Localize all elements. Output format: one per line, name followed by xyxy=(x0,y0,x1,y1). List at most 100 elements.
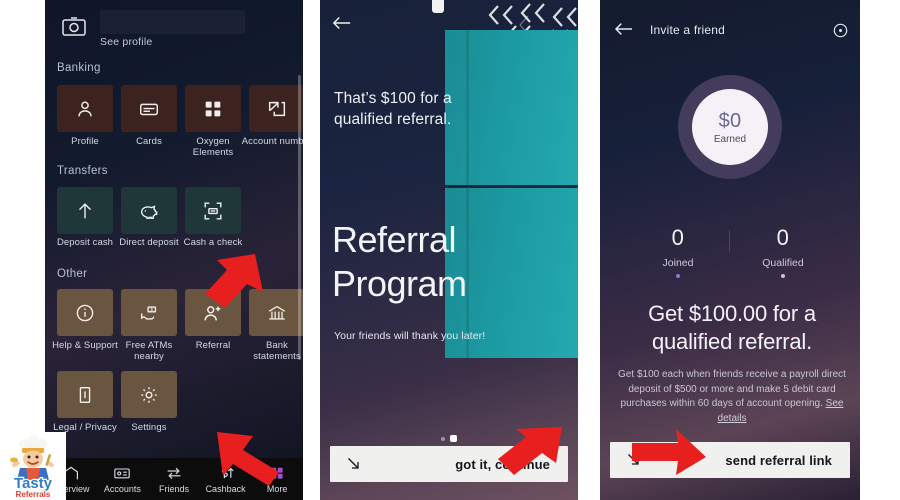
tile-oxygen-elements[interactable] xyxy=(185,85,241,132)
tile-label-referral: Referral xyxy=(195,340,231,351)
stat-joined: 0 Joined xyxy=(636,225,720,278)
tile-label-settings: Settings xyxy=(131,422,167,433)
tile-label-help-support: Help & Support xyxy=(52,340,118,351)
camera-icon[interactable] xyxy=(61,14,87,38)
stat-joined-label: Joined xyxy=(662,257,694,269)
grid-icon xyxy=(205,101,221,116)
person-plus-icon xyxy=(204,305,221,320)
tile-bank-statements[interactable] xyxy=(249,289,303,336)
stat-qualified-label: Qualified xyxy=(762,257,804,269)
stat-joined-dot xyxy=(676,274,680,278)
corner-arrow-icon xyxy=(628,454,639,465)
pager-dot-1[interactable] xyxy=(441,436,445,441)
tile-cards[interactable] xyxy=(121,85,177,132)
panel-invite-a-friend: Invite a friend $0 Earned 0 Joined 0 Qua… xyxy=(600,0,860,500)
dollar-arrow-icon xyxy=(221,467,234,478)
tab-label-more: More xyxy=(266,483,288,494)
tile-label-bank-statements: Bank statements xyxy=(253,340,301,362)
stat-qualified-value: 0 xyxy=(776,225,790,250)
profile-header: See profile xyxy=(45,0,303,58)
swap-arrows-icon xyxy=(167,467,181,479)
tile-help-support[interactable] xyxy=(57,289,113,336)
tile-label-deposit-cash: Deposit cash xyxy=(56,237,114,248)
tile-label-direct-deposit: Direct deposit xyxy=(119,237,179,248)
corner-arrow-icon xyxy=(348,458,359,469)
piggy-bank-icon xyxy=(140,204,158,219)
panel-more-menu: See profile Banking Profile Cards Oxygen… xyxy=(45,0,303,500)
tile-settings[interactable] xyxy=(121,371,177,418)
stat-qualified-dot xyxy=(781,274,785,278)
svg-text:$: $ xyxy=(150,306,153,311)
tile-legal-privacy[interactable] xyxy=(57,371,113,418)
tile-account-number[interactable] xyxy=(249,85,303,132)
status-notch xyxy=(432,0,444,13)
card-icon xyxy=(140,103,158,115)
tab-label-friends: Friends xyxy=(158,483,189,494)
tile-referral[interactable] xyxy=(185,289,241,336)
invite-body-text: Get $100 each when friends receive a pay… xyxy=(618,369,846,409)
section-label-other: Other xyxy=(57,268,88,280)
share-out-icon xyxy=(268,101,286,116)
gear-icon xyxy=(141,386,157,403)
stat-qualified: 0 Qualified xyxy=(741,225,825,278)
back-arrow-icon[interactable] xyxy=(614,21,634,37)
send-referral-link-button[interactable]: send referral link xyxy=(610,442,850,478)
tile-free-atms-nearby[interactable]: $ xyxy=(121,289,177,336)
bank-icon xyxy=(268,305,286,320)
tab-friends[interactable]: Friends xyxy=(148,458,200,500)
info-circle-icon[interactable] xyxy=(833,23,848,38)
vertical-scrollbar[interactable] xyxy=(298,75,301,360)
invite-header: Invite a friend xyxy=(600,8,860,38)
page-title: Invite a friend xyxy=(650,23,726,37)
invite-body: Get $100 each when friends receive a pay… xyxy=(618,368,846,426)
tasty-referrals-watermark: Tasty Referrals xyxy=(0,432,66,500)
watermark-name-bottom: Referrals xyxy=(16,490,51,499)
grid-squares-icon xyxy=(271,467,283,479)
see-profile-link[interactable]: See profile xyxy=(100,36,152,48)
tile-deposit-cash[interactable] xyxy=(57,187,113,234)
pager-dot-2[interactable] xyxy=(450,435,457,442)
earned-ring-inner: $0 Earned xyxy=(692,89,768,165)
tile-cash-a-check[interactable] xyxy=(185,187,241,234)
stat-divider xyxy=(729,230,730,252)
bottom-tab-bar: Overview Accounts Friends Cashback More xyxy=(45,458,303,500)
document-icon xyxy=(79,386,91,403)
info-circle-icon xyxy=(76,304,94,321)
tab-accounts[interactable]: Accounts xyxy=(97,458,149,500)
referral-subtext: Your friends will thank you later! xyxy=(334,330,486,342)
tile-profile[interactable] xyxy=(57,85,113,132)
person-icon xyxy=(78,100,92,116)
referral-headline-line2: Program xyxy=(332,263,467,304)
section-label-transfers: Transfers xyxy=(57,165,108,177)
got-it-continue-label: got it, continue xyxy=(455,456,550,472)
tile-label-profile: Profile xyxy=(71,136,99,147)
send-referral-link-label: send referral link xyxy=(725,452,832,468)
tile-label-free-atms-nearby: Free ATMs nearby xyxy=(125,340,173,362)
tab-cashback[interactable]: Cashback xyxy=(200,458,252,500)
referral-kicker: That’s $100 for a qualified referral. xyxy=(334,90,452,128)
earned-amount: $0 xyxy=(718,109,742,132)
got-it-continue-button[interactable]: got it, continue xyxy=(330,446,568,482)
panel-referral-program: That’s $100 for a qualified referral. Re… xyxy=(320,0,578,500)
invite-headline: Get $100.00 for a qualified referral. xyxy=(648,301,816,354)
tab-label-cashback: Cashback xyxy=(205,483,246,494)
up-arrow-icon xyxy=(79,202,91,218)
id-card-icon xyxy=(114,467,131,478)
referral-headline-line1: Referral xyxy=(332,219,457,260)
tab-more[interactable]: More xyxy=(251,458,303,500)
scan-check-icon xyxy=(204,202,222,219)
tile-direct-deposit[interactable] xyxy=(121,187,177,234)
tile-label-account-number: Account number xyxy=(241,136,303,147)
back-arrow-icon[interactable] xyxy=(332,14,352,32)
pager-dots xyxy=(320,435,578,442)
tile-label-oxygen-elements: Oxygen Elements xyxy=(192,136,234,158)
tab-label-accounts: Accounts xyxy=(103,483,141,494)
referral-headline: Referral Program xyxy=(332,218,532,306)
tile-label-cash-a-check: Cash a check xyxy=(183,237,243,248)
screenshot-root: See profile Banking Profile Cards Oxygen… xyxy=(0,0,900,500)
stat-joined-value: 0 xyxy=(671,225,685,250)
redacted-user-name xyxy=(100,10,245,34)
earned-caption: Earned xyxy=(713,133,747,145)
hand-cash-icon: $ xyxy=(140,305,157,320)
section-label-banking: Banking xyxy=(57,62,101,74)
